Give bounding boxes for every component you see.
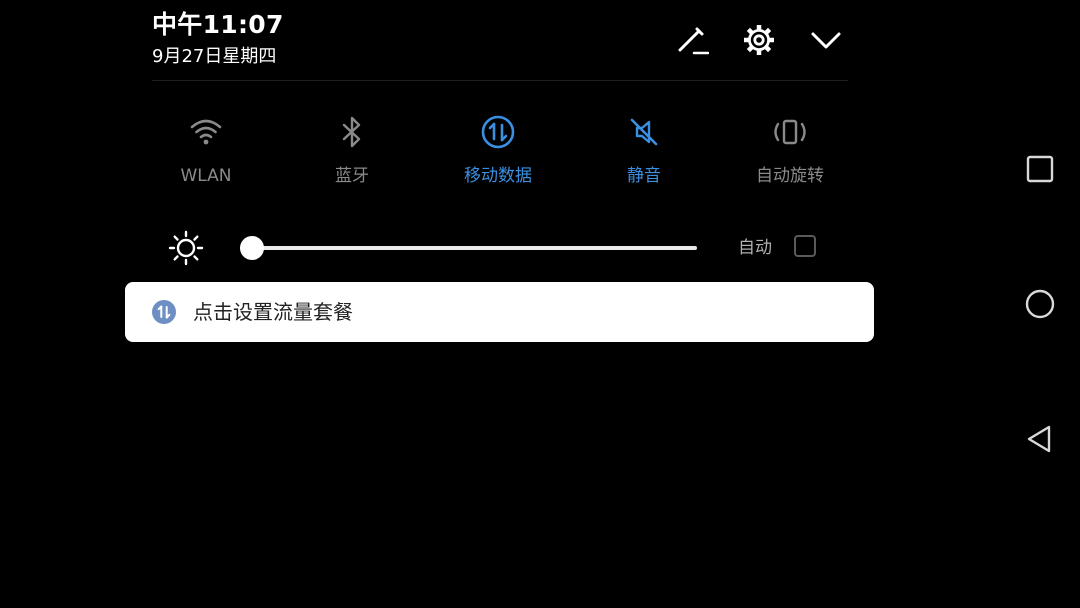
brightness-slider-thumb[interactable] bbox=[240, 236, 264, 260]
wifi-icon bbox=[190, 119, 222, 145]
tile-mute[interactable]: 静音 bbox=[579, 110, 709, 194]
home-button[interactable] bbox=[1020, 284, 1060, 324]
auto-rotate-icon bbox=[774, 119, 806, 145]
mute-icon bbox=[630, 118, 658, 146]
tile-label: 蓝牙 bbox=[335, 166, 369, 186]
tile-label: 自动旋转 bbox=[756, 166, 824, 186]
home-circle-icon bbox=[1025, 289, 1055, 319]
edit-icon bbox=[678, 27, 709, 55]
mobile-data-icon bbox=[481, 115, 515, 149]
edit-button[interactable] bbox=[671, 20, 711, 60]
auto-brightness-checkbox[interactable] bbox=[794, 235, 816, 257]
recent-apps-square-icon bbox=[1026, 155, 1054, 183]
header-divider bbox=[152, 80, 848, 81]
back-triangle-icon bbox=[1027, 425, 1051, 453]
tile-auto-rotate[interactable]: 自动旋转 bbox=[725, 110, 855, 194]
mobile-data-icon bbox=[152, 300, 176, 324]
notification-shade: 中午11:07 9月27日星期四 WLAN 蓝牙 移动数据 静音 自动旋转 自动… bbox=[0, 0, 1080, 608]
data-plan-notification[interactable]: 点击设置流量套餐 bbox=[125, 282, 874, 342]
auto-brightness-label: 自动 bbox=[738, 238, 772, 258]
tile-label: 静音 bbox=[627, 166, 661, 186]
settings-button[interactable] bbox=[739, 20, 779, 60]
settings-gear-icon bbox=[744, 25, 774, 55]
status-time: 中午11:07 bbox=[152, 10, 284, 39]
tile-mobile-data[interactable]: 移动数据 bbox=[433, 110, 563, 194]
tile-label: 移动数据 bbox=[464, 166, 532, 186]
bluetooth-icon bbox=[342, 116, 361, 148]
recent-apps-button[interactable] bbox=[1020, 149, 1060, 189]
tile-bluetooth[interactable]: 蓝牙 bbox=[287, 110, 417, 194]
back-button[interactable] bbox=[1020, 419, 1060, 459]
tile-label: WLAN bbox=[180, 166, 232, 186]
brightness-sun-icon bbox=[168, 230, 204, 266]
notification-text: 点击设置流量套餐 bbox=[193, 300, 353, 324]
brightness-slider-track[interactable] bbox=[240, 246, 697, 250]
collapse-button[interactable] bbox=[806, 20, 846, 60]
status-date: 9月27日星期四 bbox=[152, 46, 277, 67]
tile-wlan[interactable]: WLAN bbox=[141, 110, 271, 194]
collapse-chevron-down-icon bbox=[811, 32, 841, 49]
